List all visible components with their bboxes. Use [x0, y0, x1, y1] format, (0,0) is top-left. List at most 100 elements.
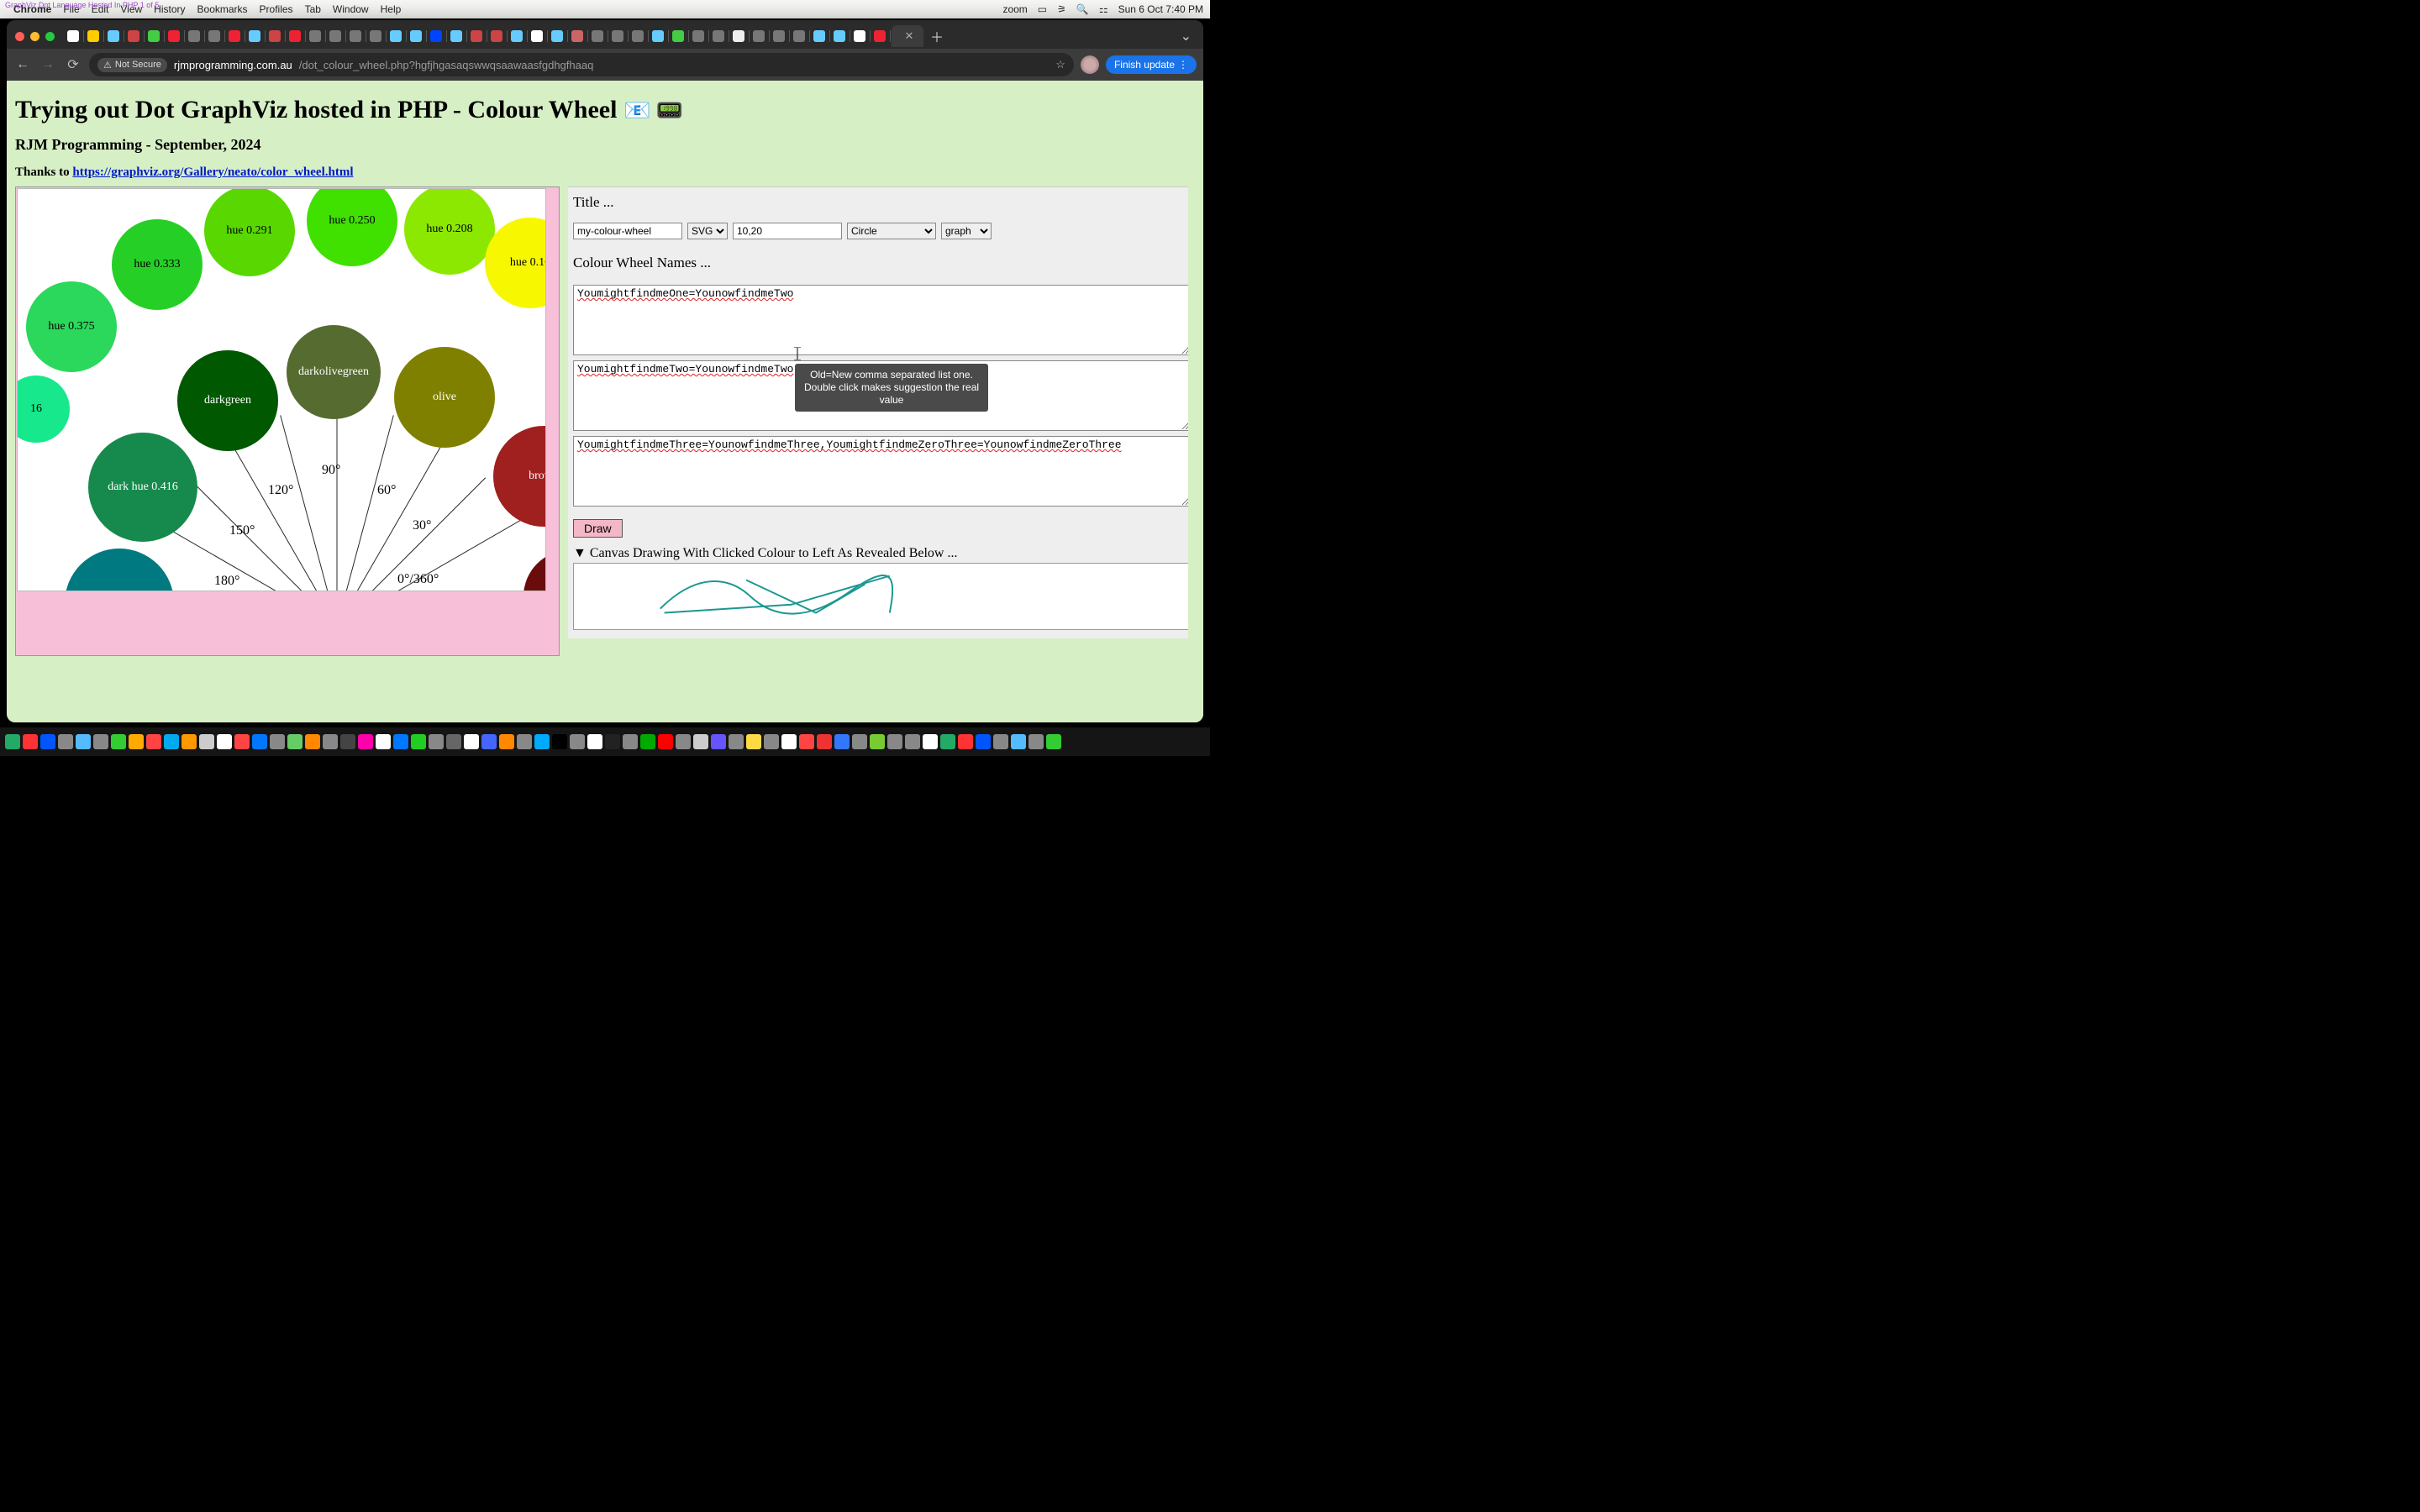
- graph-node[interactable]: da: [523, 550, 546, 591]
- dock-app-icon[interactable]: [658, 734, 673, 749]
- dock-app-icon[interactable]: [58, 734, 73, 749]
- shape-select[interactable]: Circle: [847, 223, 936, 239]
- tab[interactable]: [587, 25, 608, 47]
- dock-app-icon[interactable]: [693, 734, 708, 749]
- tab[interactable]: [164, 25, 184, 47]
- tab[interactable]: [567, 25, 587, 47]
- dock-app-icon[interactable]: [287, 734, 302, 749]
- dock-app-icon[interactable]: [129, 734, 144, 749]
- dock-app-icon[interactable]: [23, 734, 38, 749]
- reload-button[interactable]: ⟳: [64, 55, 82, 74]
- forward-button[interactable]: →: [39, 55, 57, 74]
- tab[interactable]: [285, 25, 305, 47]
- tab[interactable]: [507, 25, 527, 47]
- profile-avatar[interactable]: [1081, 55, 1099, 74]
- dock-app-icon[interactable]: [446, 734, 461, 749]
- not-secure-badge[interactable]: ⚠ Not Secure: [97, 58, 167, 72]
- dock-app-icon[interactable]: [111, 734, 126, 749]
- tab[interactable]: [406, 25, 426, 47]
- graph-node[interactable]: hue 0.250: [307, 188, 397, 266]
- traffic-lights[interactable]: [15, 32, 55, 41]
- tab-overflow-icon[interactable]: ⌄: [1174, 28, 1198, 45]
- names-textarea-1[interactable]: YoumightfindmeOne=YounowfindmeTwo: [573, 285, 1190, 355]
- dock-app-icon[interactable]: [199, 734, 214, 749]
- new-tab-button[interactable]: ＋: [930, 26, 944, 46]
- dock-app-icon[interactable]: [923, 734, 938, 749]
- macos-dock[interactable]: [0, 727, 1210, 756]
- dock-app-icon[interactable]: [799, 734, 814, 749]
- dock-app-icon[interactable]: [234, 734, 250, 749]
- dock-app-icon[interactable]: [76, 734, 91, 749]
- dock-app-icon[interactable]: [464, 734, 479, 749]
- tab[interactable]: [124, 25, 144, 47]
- tab[interactable]: [749, 25, 769, 47]
- dock-app-icon[interactable]: [376, 734, 391, 749]
- graph-canvas[interactable]: hue 0.250hue 0.291hue 0.208hue 0.333hue …: [17, 188, 546, 591]
- dock-app-icon[interactable]: [887, 734, 902, 749]
- finish-update-button[interactable]: Finish update ⋮: [1106, 55, 1197, 74]
- tab[interactable]: [829, 25, 850, 47]
- graph-node[interactable]: hue 0.333: [112, 219, 203, 310]
- dock-app-icon[interactable]: [5, 734, 20, 749]
- tab[interactable]: [386, 25, 406, 47]
- dock-app-icon[interactable]: [605, 734, 620, 749]
- dock-app-icon[interactable]: [270, 734, 285, 749]
- dock-app-icon[interactable]: [164, 734, 179, 749]
- tab[interactable]: [708, 25, 729, 47]
- dock-app-icon[interactable]: [729, 734, 744, 749]
- dock-app-icon[interactable]: [1046, 734, 1061, 749]
- dock-app-icon[interactable]: [252, 734, 267, 749]
- dock-app-icon[interactable]: [746, 734, 761, 749]
- tab[interactable]: [729, 25, 749, 47]
- zoom-window-icon[interactable]: [45, 32, 55, 41]
- dock-app-icon[interactable]: [834, 734, 850, 749]
- tab[interactable]: [305, 25, 325, 47]
- graph-node[interactable]: brown: [493, 426, 546, 527]
- dock-app-icon[interactable]: [940, 734, 955, 749]
- tab[interactable]: [103, 25, 124, 47]
- tab[interactable]: [144, 25, 164, 47]
- name-input[interactable]: [573, 223, 682, 239]
- dock-app-icon[interactable]: [958, 734, 973, 749]
- tab[interactable]: [628, 25, 648, 47]
- dock-app-icon[interactable]: [870, 734, 885, 749]
- dock-app-icon[interactable]: [764, 734, 779, 749]
- dock-app-icon[interactable]: [1011, 734, 1026, 749]
- tab[interactable]: [608, 25, 628, 47]
- graph-node[interactable]: darkolivegreen: [287, 325, 381, 419]
- clock[interactable]: Sun 6 Oct 7:40 PM: [1118, 3, 1203, 15]
- back-button[interactable]: ←: [13, 55, 32, 74]
- tab[interactable]: [204, 25, 224, 47]
- dock-app-icon[interactable]: [499, 734, 514, 749]
- spotlight-icon[interactable]: 🔍: [1076, 3, 1089, 15]
- dock-app-icon[interactable]: [993, 734, 1008, 749]
- tab[interactable]: [446, 25, 466, 47]
- dock-app-icon[interactable]: [305, 734, 320, 749]
- tab[interactable]: [345, 25, 366, 47]
- menu-bookmarks[interactable]: Bookmarks: [197, 3, 248, 15]
- dock-app-icon[interactable]: [976, 734, 991, 749]
- dock-app-icon[interactable]: [481, 734, 497, 749]
- drawing-canvas[interactable]: [573, 563, 1190, 630]
- graph-node[interactable]: 16: [17, 375, 70, 443]
- graph-node[interactable]: darkgreen: [177, 350, 278, 451]
- dock-app-icon[interactable]: [781, 734, 797, 749]
- tab[interactable]: [184, 25, 204, 47]
- dock-app-icon[interactable]: [517, 734, 532, 749]
- dock-app-icon[interactable]: [358, 734, 373, 749]
- dock-app-icon[interactable]: [570, 734, 585, 749]
- tab[interactable]: [850, 25, 870, 47]
- tab[interactable]: [265, 25, 285, 47]
- dock-app-icon[interactable]: [587, 734, 602, 749]
- dock-app-icon[interactable]: [323, 734, 338, 749]
- type-select[interactable]: graph: [941, 223, 992, 239]
- dock-app-icon[interactable]: [429, 734, 444, 749]
- tab[interactable]: [688, 25, 708, 47]
- format-select[interactable]: SVG: [687, 223, 728, 239]
- tab[interactable]: [870, 25, 890, 47]
- bookmark-star-icon[interactable]: ☆: [1055, 58, 1065, 71]
- graph-node[interactable]: hue 0.375: [26, 281, 117, 372]
- tab[interactable]: [83, 25, 103, 47]
- tab[interactable]: [325, 25, 345, 47]
- dock-app-icon[interactable]: [411, 734, 426, 749]
